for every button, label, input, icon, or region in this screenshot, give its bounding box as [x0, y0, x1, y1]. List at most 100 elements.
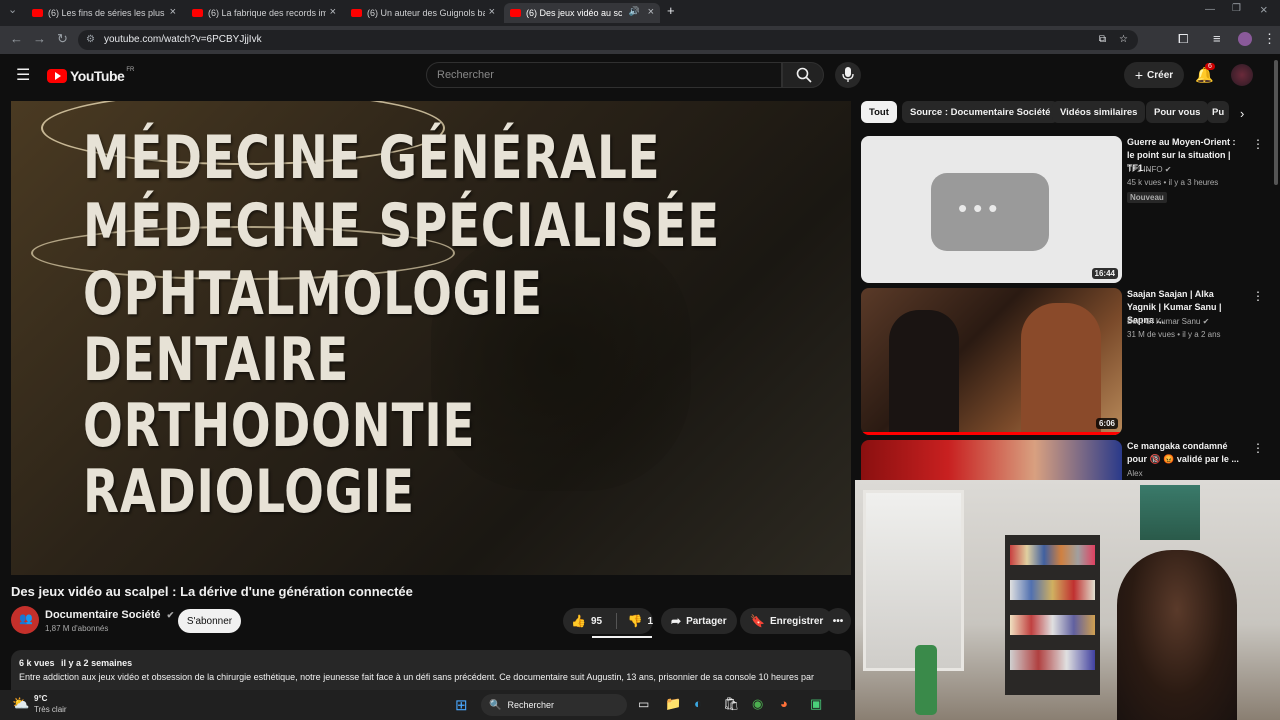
weather-icon[interactable]: ⛅: [12, 695, 29, 712]
close-icon[interactable]: ×: [170, 6, 176, 18]
plus-icon: +: [1134, 67, 1144, 83]
youtube-logo[interactable]: YouTube FR: [47, 67, 134, 84]
chevron-right-icon[interactable]: ›: [1240, 106, 1244, 121]
tab-label: (6) Les fins de séries les plus W: [48, 8, 166, 18]
new-tab-icon[interactable]: +: [667, 3, 675, 18]
hamburger-menu-icon[interactable]: ☰: [16, 65, 30, 85]
window-close-icon[interactable]: ×: [1260, 2, 1268, 17]
minimize-icon[interactable]: —: [1205, 4, 1215, 15]
youtube-favicon-icon: [192, 9, 203, 17]
youtube-favicon-icon: [351, 9, 362, 17]
tab-4-active[interactable]: (6) Des jeux vidéo au scalpel 🔊 ×: [504, 3, 660, 23]
more-horizontal-icon: •••: [832, 615, 844, 627]
related-channel[interactable]: Alex: [1127, 469, 1143, 478]
tab-2[interactable]: (6) La fabrique des records imp ×: [186, 3, 342, 23]
tab-label: (6) Des jeux vidéo au scalpel: [526, 8, 622, 18]
related-channel[interactable]: TF1 INFO ✔: [1127, 165, 1172, 174]
profile-avatar[interactable]: [1238, 32, 1252, 46]
chip-all[interactable]: Tout: [861, 101, 897, 123]
new-badge: Nouveau: [1127, 192, 1167, 203]
media-icon[interactable]: ≡: [1213, 31, 1221, 46]
chip-source[interactable]: Source : Documentaire Société: [902, 101, 1059, 123]
related-channel-name: Best Of Kumar Sanu: [1127, 317, 1201, 326]
shelf-row-decoration: [1010, 545, 1095, 565]
firefox-icon[interactable]: ◕: [780, 696, 788, 711]
back-icon[interactable]: ←: [10, 31, 23, 46]
voice-search-button[interactable]: [835, 62, 861, 88]
video-title: Des jeux vidéo au scalpel : La dérive d'…: [11, 584, 413, 599]
browser-menu-icon[interactable]: ⋮: [1263, 31, 1276, 47]
overlay-text-line: OPHTALMOLOGIE: [83, 259, 543, 329]
subscriber-count: 1,87 M d'abonnés: [45, 624, 109, 633]
edge-icon[interactable]: ◐: [694, 696, 702, 711]
forward-icon[interactable]: →: [33, 31, 46, 46]
bookmark-star-icon[interactable]: ☆: [1119, 30, 1128, 50]
store-icon[interactable]: 🛍: [723, 696, 740, 712]
person-silhouette-decoration: [889, 310, 959, 435]
description-meta: 6 k vues il y a 2 semaines: [19, 658, 132, 668]
notifications-button[interactable]: 🔔 6: [1195, 63, 1215, 85]
task-view-icon[interactable]: ▭: [638, 697, 649, 711]
related-thumbnail[interactable]: [861, 440, 1122, 480]
page-scrollbar[interactable]: [1274, 60, 1278, 185]
view-count: 6 k vues: [19, 658, 55, 668]
chip-similar[interactable]: Vidéos similaires: [1052, 101, 1146, 123]
related-channel[interactable]: Best Of Kumar Sanu ✔: [1127, 317, 1209, 326]
file-explorer-icon[interactable]: 📁: [665, 696, 681, 712]
chrome-icon[interactable]: ◉: [752, 696, 763, 712]
close-icon[interactable]: ×: [648, 6, 654, 18]
channel-avatar[interactable]: 👥: [11, 606, 39, 634]
create-button[interactable]: + Créer: [1124, 62, 1184, 88]
url-field[interactable]: ⚙ youtube.com/watch?v=6PCBYJjjIvk ⧉ ☆: [78, 30, 1138, 50]
more-vertical-icon[interactable]: ⋮: [1252, 137, 1264, 151]
extensions-icon[interactable]: ⧠: [1178, 31, 1188, 47]
related-thumbnail[interactable]: ••• 16:44: [861, 136, 1122, 283]
save-button[interactable]: 🔖 Enregistrer: [740, 608, 834, 634]
duration-badge: 6:06: [1095, 418, 1118, 429]
url-text: youtube.com/watch?v=6PCBYJjjIvk: [104, 34, 262, 45]
bookmark-icon: 🔖: [750, 614, 765, 628]
youtube-favicon-icon: [510, 9, 521, 17]
subscribe-button[interactable]: S'abonner: [178, 609, 241, 633]
app-icon[interactable]: ▣: [810, 696, 822, 712]
tab-label: (6) Un auteur des Guignols bal: [367, 8, 485, 18]
thumbs-down-icon: 👎: [627, 614, 643, 628]
close-icon[interactable]: ×: [489, 6, 495, 18]
dislike-button[interactable]: 👎 1: [621, 614, 653, 628]
bottle-decoration: [915, 645, 937, 715]
poster-decoration: [1140, 485, 1200, 540]
more-vertical-icon[interactable]: ⋮: [1252, 289, 1264, 303]
cast-icon[interactable]: ⧉: [1099, 30, 1106, 50]
chip-for-you[interactable]: Pour vous: [1146, 101, 1209, 123]
related-title[interactable]: Ce mangaka condamné pour 🔞 😡 validé par …: [1127, 440, 1245, 466]
like-button[interactable]: 👍 95: [563, 614, 611, 628]
overlay-text-line: MÉDECINE SPÉCIALISÉE: [83, 191, 720, 261]
chip-more[interactable]: Pu: [1207, 101, 1229, 123]
more-vertical-icon[interactable]: ⋮: [1252, 441, 1264, 455]
audio-icon[interactable]: 🔊: [629, 6, 640, 17]
more-actions-button[interactable]: •••: [825, 608, 851, 634]
more-dots-placeholder-icon: •••: [931, 173, 1049, 251]
windows-start-icon[interactable]: ⊞: [455, 696, 468, 714]
tab-3[interactable]: (6) Un auteur des Guignols bal ×: [345, 3, 501, 23]
video-player[interactable]: MÉDECINE GÉNÉRALE MÉDECINE SPÉCIALISÉE O…: [11, 101, 851, 575]
related-thumbnail[interactable]: 6:06: [861, 288, 1122, 435]
close-icon[interactable]: ×: [330, 6, 336, 18]
maximize-icon[interactable]: ❐: [1232, 3, 1241, 14]
bookshelf-decoration: [1005, 535, 1100, 695]
taskbar-search-box[interactable]: 🔍 Rechercher: [481, 694, 627, 716]
dislike-count: 1: [647, 615, 653, 627]
account-avatar[interactable]: [1231, 64, 1253, 86]
search-button[interactable]: [782, 62, 824, 88]
overlay-text-line: DENTAIRE: [83, 325, 350, 395]
search-input[interactable]: Rechercher: [426, 62, 782, 88]
tab-1[interactable]: (6) Les fins de séries les plus W ×: [26, 3, 182, 23]
youtube-play-logo-icon: [47, 69, 67, 83]
reload-icon[interactable]: ↻: [57, 31, 68, 47]
notification-badge: 6: [1205, 63, 1215, 70]
channel-name[interactable]: Documentaire Société ✔: [45, 609, 174, 621]
verified-icon: ✔: [1164, 165, 1172, 174]
site-info-icon[interactable]: ⚙: [86, 30, 95, 50]
share-button[interactable]: ➦ Partager: [661, 608, 737, 634]
tab-search-icon[interactable]: ⌄: [8, 3, 17, 16]
